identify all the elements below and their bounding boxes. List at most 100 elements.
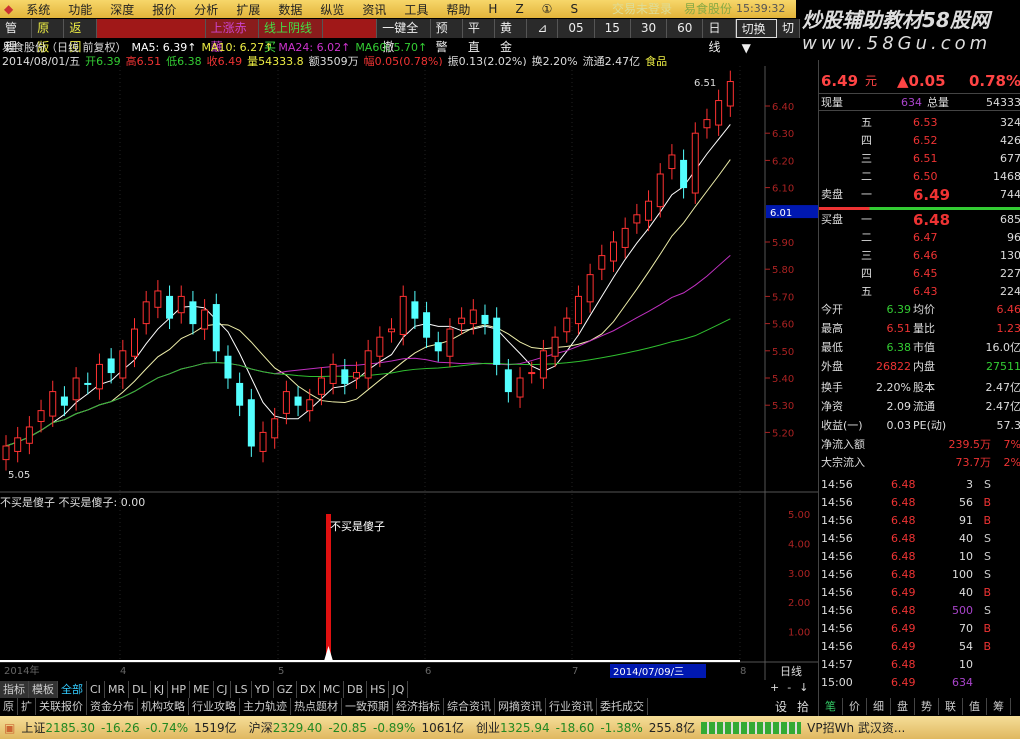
settings-button[interactable]: 设 [775, 698, 787, 715]
menu-system[interactable]: 系统 [17, 1, 59, 18]
indicator-tab[interactable]: JQ [389, 681, 409, 698]
menu-data[interactable]: 数据 [269, 1, 311, 18]
zoom-out-button[interactable]: - [787, 681, 791, 694]
indicator-tab[interactable]: DL [129, 681, 151, 698]
period-30[interactable]: 30 [631, 19, 668, 38]
info-tab[interactable]: 网摘资讯 [495, 698, 546, 715]
level-price[interactable]: 6.45 [913, 265, 938, 283]
candle-body [306, 399, 314, 412]
alert-button[interactable]: 预警 [431, 19, 463, 54]
gold-button[interactable]: 黄金 [495, 19, 528, 54]
info-tab[interactable]: 委托成交 [597, 698, 648, 715]
panel-tab[interactable]: 价 [843, 698, 867, 715]
cy-label[interactable]: 创业 [476, 719, 500, 736]
period-05[interactable]: 05 [558, 19, 595, 38]
scroll-down-button[interactable]: ↓ [799, 681, 808, 694]
level-price[interactable]: 6.53 [913, 114, 938, 132]
info-tab[interactable]: 原 [0, 698, 18, 715]
panel-tab[interactable]: 势 [915, 698, 939, 715]
switch-dropdown[interactable]: 切换▼ [735, 19, 777, 55]
tick-row: 14:56 6.48 500 S [819, 602, 1020, 620]
menu-quote[interactable]: 报价 [143, 1, 185, 18]
indicator-tab[interactable]: DX [297, 681, 320, 698]
indicator-tab[interactable]: HS [367, 681, 390, 698]
news-ticker[interactable]: VP招Wh 武汉资... [807, 719, 905, 736]
menu-overview[interactable]: 纵览 [311, 1, 353, 18]
trade-status[interactable]: 交易未登录 [612, 0, 672, 18]
candle-body [528, 372, 536, 375]
candle-body [376, 336, 384, 357]
banner-buy[interactable]: 线上阴线买 [259, 19, 323, 54]
level-price[interactable]: 6.47 [913, 229, 938, 247]
indicator-tab[interactable]: DB [344, 681, 368, 698]
indicator-tab[interactable]: MC [320, 681, 345, 698]
level-price[interactable]: 6.52 [913, 132, 938, 150]
menu-analysis[interactable]: 分析 [185, 1, 227, 18]
menu-s[interactable]: S [561, 2, 587, 16]
level-price[interactable]: 6.50 [913, 168, 938, 186]
menu-extend[interactable]: 扩展 [227, 1, 269, 18]
menu-1[interactable]: ① [533, 2, 562, 16]
indicator-tab[interactable]: LS [231, 681, 252, 698]
sh-label[interactable]: 上证 [21, 719, 45, 736]
draw-button[interactable]: ⊿ [527, 19, 559, 38]
panel-tab[interactable]: 联 [939, 698, 963, 715]
kline-chart[interactable]: 6.40 6.30 6.20 6.10 5.90 5.80 5.70 5.60 5.50 5.40… [0, 66, 818, 680]
period-60[interactable]: 60 [667, 19, 704, 38]
manage-button[interactable]: 管理 [0, 19, 33, 54]
info-tab[interactable]: 资金分布 [87, 698, 138, 715]
menu-depth[interactable]: 深度 [101, 1, 143, 18]
info-tab[interactable]: 主力轨迹 [240, 698, 291, 715]
info-tab[interactable]: 机构攻略 [138, 698, 189, 715]
indicator-tab[interactable]: CI [87, 681, 105, 698]
x-tick-label: 5 [278, 666, 284, 677]
info-tab[interactable]: 行业资讯 [546, 698, 597, 715]
panel-tab[interactable]: 笔 [819, 698, 843, 715]
level-price[interactable]: 6.48 [913, 211, 950, 229]
indicator-tab[interactable]: 指标 [0, 681, 29, 698]
level-price[interactable]: 6.43 [913, 283, 938, 301]
menu-function[interactable]: 功能 [59, 1, 101, 18]
back-button[interactable]: 返回 [64, 19, 97, 54]
cancel-all-button[interactable]: 一键全撤 [377, 19, 431, 54]
panel-tab[interactable]: 值 [963, 698, 987, 715]
indicator-tab[interactable]: ME [190, 681, 214, 698]
indicator-tab[interactable]: HP [168, 681, 191, 698]
original-button[interactable]: 原版 [32, 19, 65, 54]
zoom-in-button[interactable]: + [770, 681, 779, 694]
indicator-name[interactable]: 不买是傻子 [0, 496, 55, 509]
pick-button[interactable]: 拾 [797, 698, 809, 715]
info-tab[interactable]: 扩 [18, 698, 36, 715]
info-tab[interactable]: 关联报价 [36, 698, 87, 715]
menu-tools[interactable]: 工具 [395, 1, 437, 18]
info-tab[interactable]: 综合资讯 [444, 698, 495, 715]
panel-tab[interactable]: 细 [867, 698, 891, 715]
indicator-tab[interactable]: KJ [151, 681, 169, 698]
indicator-tab[interactable]: 模板 [29, 681, 58, 698]
level-price[interactable]: 6.46 [913, 247, 938, 265]
hs-label[interactable]: 沪深 [249, 719, 273, 736]
stat-label: 收益(一) [821, 419, 863, 432]
menu-z[interactable]: Z [506, 2, 532, 16]
panel-tab[interactable]: 筹 [987, 698, 1011, 715]
indicator-tab[interactable]: 全部 [58, 681, 87, 698]
banner-rise[interactable]: 上涨赤蘸 [205, 19, 259, 54]
level-price[interactable]: 6.49 [913, 186, 950, 204]
info-tab[interactable]: 一致预期 [342, 698, 393, 715]
level-price[interactable]: 6.51 [913, 150, 938, 168]
info-tab[interactable]: 行业攻略 [189, 698, 240, 715]
switch-button[interactable]: 切 [777, 19, 800, 38]
indicator-tab[interactable]: YD [252, 681, 274, 698]
period-day[interactable]: 日线 [703, 19, 736, 54]
menu-h[interactable]: H [479, 2, 506, 16]
indicator-tab[interactable]: CJ [214, 681, 232, 698]
flat-button[interactable]: 平直 [463, 19, 496, 54]
info-tab[interactable]: 热点题材 [291, 698, 342, 715]
period-15[interactable]: 15 [595, 19, 631, 38]
panel-tab[interactable]: 盘 [891, 698, 915, 715]
indicator-tab[interactable]: GZ [274, 681, 297, 698]
info-tab[interactable]: 经济指标 [393, 698, 444, 715]
indicator-tab[interactable]: MR [105, 681, 130, 698]
menu-news[interactable]: 资讯 [353, 1, 395, 18]
menu-help[interactable]: 帮助 [437, 1, 479, 18]
